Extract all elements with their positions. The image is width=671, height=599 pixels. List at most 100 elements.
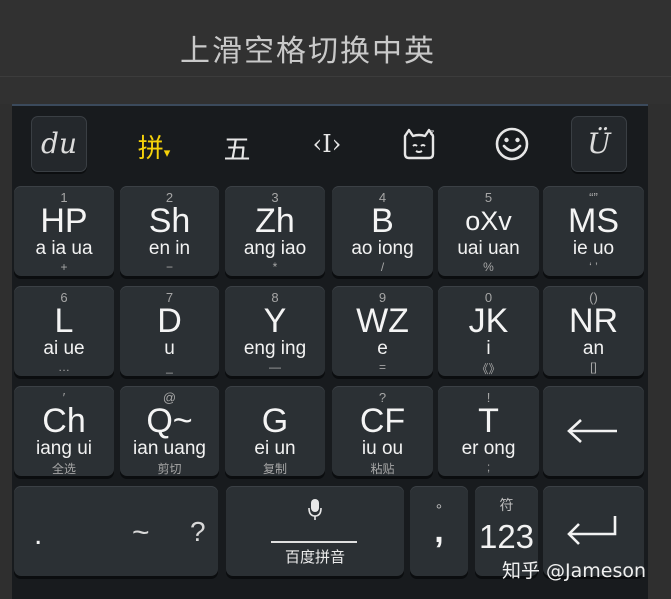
punctuation-key[interactable]: . ~ ? <box>14 486 218 576</box>
key-symbol: = <box>378 360 386 374</box>
key-l[interactable]: 6 L ai ue … <box>14 286 114 376</box>
key-main-label: L <box>54 302 74 340</box>
key-g[interactable]: G ei un 复制 <box>225 386 325 476</box>
key-main-label: B <box>371 202 394 240</box>
key-symbol: − <box>165 260 173 274</box>
key-final-label: en in <box>148 238 191 259</box>
baidu-logo-icon: du <box>41 127 77 160</box>
key-main-label: MS <box>568 202 619 240</box>
emoji-button[interactable] <box>490 126 534 166</box>
key-main-label: Y <box>263 302 287 340</box>
key-b[interactable]: 4 B ao iong / <box>332 186 433 276</box>
key-symbol: 粘贴 <box>370 462 395 476</box>
key-main-label: Ch <box>42 402 86 440</box>
key-t[interactable]: ! T er ong ; <box>438 386 539 476</box>
pinyin-mode-button[interactable]: 拼▾ <box>126 128 182 164</box>
baidu-logo-button[interactable]: du <box>31 116 87 172</box>
ime-keyboard: du 拼▾ 五 ‹I› z Ü 1 HP a ia ua + 2 Sh en i… <box>12 104 648 599</box>
key-symbol: + <box>60 260 68 274</box>
key-main-label: T <box>478 402 499 440</box>
key-symbol: _ <box>166 360 173 374</box>
smiley-icon <box>495 127 529 161</box>
comma-label: , <box>434 512 444 550</box>
backspace-arrow-icon <box>567 419 617 443</box>
tilde-label: ~ <box>132 516 150 549</box>
key-ms[interactable]: “” MS ie uo ‘ ’ <box>543 186 644 276</box>
caption-divider <box>0 76 671 77</box>
chevron-down-icon: ▾ <box>163 144 171 160</box>
period-label: . <box>34 518 43 551</box>
key-main-label: Zh <box>255 202 295 240</box>
key-symbol: 《》 <box>476 362 501 376</box>
key-main-label: Q~ <box>146 402 193 440</box>
wubi-button[interactable]: 五 <box>212 128 262 166</box>
key-final-label: ai ue <box>43 338 85 359</box>
key-final-label: eng ing <box>243 338 307 359</box>
watermark: 知乎 @Jameson <box>502 560 647 582</box>
key-q[interactable]: @ Q~ ian uang 剪切 <box>120 386 219 476</box>
key-symbol: [] <box>590 360 597 374</box>
key-final-label: an <box>582 338 605 359</box>
emoji-cat-button[interactable]: z <box>394 126 444 162</box>
caption-title: 上滑空格切换中英 <box>180 34 436 69</box>
key-d[interactable]: 7 D u _ <box>120 286 219 376</box>
key-oxv[interactable]: 5 oXv uai uan % <box>438 186 539 276</box>
key-symbol: % <box>483 260 494 274</box>
key-final-label: u <box>164 338 175 359</box>
wubi-label: 五 <box>223 135 251 166</box>
key-final-label: iang ui <box>36 438 92 459</box>
key-final-label: ie uo <box>572 238 615 259</box>
key-symbol: 剪切 <box>157 462 182 476</box>
key-final-label: ao iong <box>351 238 414 259</box>
space-key-label: 百度拼音 <box>284 548 345 566</box>
enter-arrow-icon <box>567 516 617 545</box>
pinyin-mode-label: 拼 <box>137 134 164 164</box>
symbol-label: 符 <box>499 498 514 514</box>
key-zh[interactable]: 3 Zh ang iao * <box>225 186 325 276</box>
backspace-key[interactable] <box>543 386 644 476</box>
key-symbol: * <box>272 260 278 274</box>
key-final-label: ian uang <box>133 438 206 459</box>
settings-logo-button[interactable]: Ü <box>571 116 627 172</box>
key-wz[interactable]: 9 WZ e = <box>332 286 433 376</box>
number-mode-label: 123 <box>478 518 535 555</box>
keyboard-toolbar: du 拼▾ 五 ‹I› z Ü <box>12 106 648 184</box>
key-final-label: e <box>377 338 388 359</box>
svg-text:z: z <box>430 128 434 137</box>
key-cf[interactable]: ? CF iu ou 粘贴 <box>332 386 433 476</box>
space-key[interactable]: 百度拼音 <box>226 486 404 576</box>
question-label: ? <box>190 516 206 547</box>
key-main-label: WZ <box>356 302 409 340</box>
key-symbol: ; <box>486 460 491 474</box>
key-symbol: … <box>58 360 70 374</box>
cat-icon: z <box>403 128 434 160</box>
key-final-label: ang iao <box>243 238 307 259</box>
key-symbol: — <box>269 360 281 374</box>
cursor-button[interactable]: ‹I› <box>302 130 352 162</box>
key-main-label: NR <box>568 302 619 340</box>
key-main-label: HP <box>40 202 88 240</box>
key-number: 5 <box>484 190 493 205</box>
comma-key[interactable]: ° , <box>410 486 468 576</box>
key-main-label: G <box>261 402 289 440</box>
key-ch[interactable]: ′ Ch iang ui 全选 <box>14 386 114 476</box>
key-main-label: Sh <box>148 202 191 240</box>
key-sh[interactable]: 2 Sh en in − <box>120 186 219 276</box>
key-nr[interactable]: () NR an [] <box>543 286 644 376</box>
key-final-label: a ia ua <box>35 238 93 259</box>
key-final-label: iu ou <box>361 438 404 459</box>
cursor-icon: ‹I› <box>312 130 342 158</box>
key-jk[interactable]: 0 JK i 《》 <box>438 286 539 376</box>
space-bar-line <box>271 541 357 543</box>
key-main-label: CF <box>359 402 406 440</box>
key-y[interactable]: 8 Y eng ing — <box>225 286 325 376</box>
key-main-label: JK <box>468 302 509 340</box>
key-symbol: / <box>380 260 385 274</box>
key-symbol: ‘ ’ <box>589 260 598 274</box>
key-hp[interactable]: 1 HP a ia ua + <box>14 186 114 276</box>
key-final-label: i <box>486 338 491 359</box>
key-final-label: ei un <box>254 438 296 459</box>
key-final-label: uai uan <box>457 238 520 259</box>
key-symbol: 全选 <box>51 462 76 476</box>
microphone-icon <box>308 499 322 520</box>
